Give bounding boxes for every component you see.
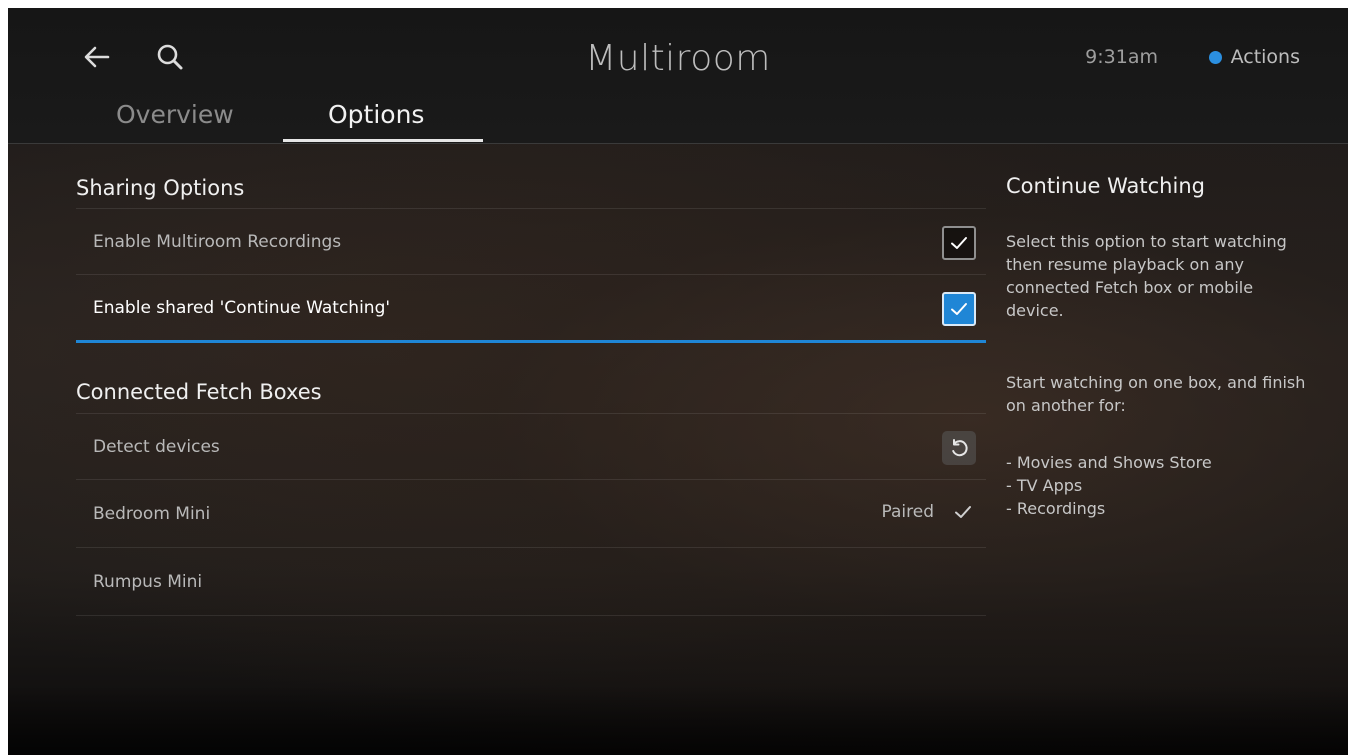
status-text: Paired [881,502,935,522]
row-label: Enable Multiroom Recordings [93,231,342,252]
list-item[interactable]: Bedroom Mini Paired [76,479,986,547]
detect-devices-row[interactable]: Detect devices [76,413,986,479]
bottom-fade [8,685,1348,755]
clock: 9:31am [1085,46,1158,68]
info-list-item: - TV Apps [1006,476,1083,495]
sharing-options-heading: Sharing Options [76,176,245,200]
actions-label: Actions [1230,46,1300,68]
info-title: Continue Watching [1006,174,1205,198]
refresh-icon [952,439,968,457]
row-label: Rumpus Mini [93,571,203,592]
tab-active-indicator [283,139,483,142]
tab-options[interactable]: Options [328,100,424,129]
info-paragraph: Select this option to start watching the… [1006,232,1287,320]
enable-multiroom-recordings-row[interactable]: Enable Multiroom Recordings [76,208,986,274]
multiroom-recordings-checkbox[interactable] [942,226,976,260]
top-bar: Multiroom 9:31am Actions Overview Option… [8,8,1348,144]
continue-watching-checkbox[interactable] [942,292,976,326]
connected-fetch-boxes-heading: Connected Fetch Boxes [76,380,322,404]
refresh-button[interactable] [942,431,976,465]
multiroom-screen: Multiroom 9:31am Actions Overview Option… [8,8,1348,755]
list-item[interactable]: Rumpus Mini [76,547,986,616]
info-paragraph: Start watching on one box, and finish on… [1006,373,1306,415]
actions-button[interactable]: Actions [1208,46,1300,68]
tab-overview[interactable]: Overview [116,100,234,129]
checkmark-icon [951,237,967,249]
info-list-item: - Recordings [1006,499,1106,518]
row-label: Detect devices [93,436,220,457]
actions-dot-icon [1208,50,1222,64]
enable-shared-continue-watching-row[interactable]: Enable shared 'Continue Watching' [76,274,986,343]
checkmark-icon [951,303,967,315]
paired-status: Paired [882,502,973,522]
row-label: Bedroom Mini [93,503,211,524]
checkmark-icon [955,506,971,518]
row-label: Enable shared 'Continue Watching' [93,297,391,318]
info-list-item: - Movies and Shows Store [1006,453,1212,472]
